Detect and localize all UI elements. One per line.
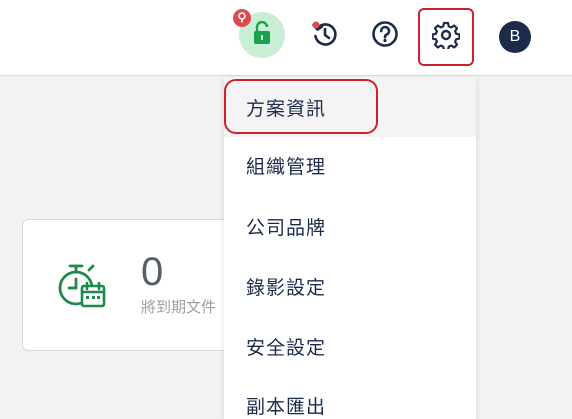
timer-calendar-icon [56,258,110,317]
menu-item-label: 組織管理 [246,156,327,178]
history-button[interactable] [302,13,348,59]
menu-item-recording[interactable]: 錄影設定 [224,256,476,316]
settings-button[interactable] [418,8,474,66]
help-circle-icon [371,20,399,53]
highlight-box [224,79,378,134]
gear-icon [431,21,461,54]
help-button[interactable] [362,13,408,59]
menu-item-label: 副本匯出 [246,396,327,418]
alert-badge-icon [233,9,251,27]
menu-item-label: 安全設定 [246,337,327,359]
top-bar: B [0,0,572,76]
lock-button[interactable] [233,9,285,58]
menu-item-label: 公司品牌 [246,217,327,239]
menu-item-brand[interactable]: 公司品牌 [224,196,476,256]
menu-item-organization[interactable]: 組織管理 [224,135,476,195]
expiring-label: 將到期文件 [141,299,217,316]
settings-dropdown-menu: 方案資訊 組織管理 公司品牌 錄影設定 安全設定 副本匯出 [224,77,476,419]
menu-item-security[interactable]: 安全設定 [224,316,476,376]
history-icon [311,20,339,53]
menu-item-export[interactable]: 副本匯出 [224,375,476,419]
avatar[interactable]: B [499,21,531,53]
expiring-documents-card[interactable]: 0 將到期文件 [22,219,252,351]
expiring-count: 0 [141,250,164,294]
menu-item-label: 錄影設定 [246,277,327,299]
lock-icon [252,20,272,50]
